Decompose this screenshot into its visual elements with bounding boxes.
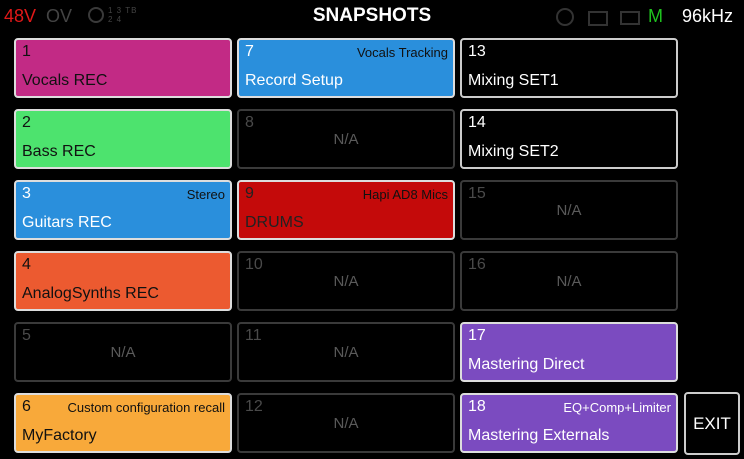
snapshot-slot-17[interactable]: 17 Mastering Direct — [460, 322, 678, 382]
exit-button[interactable]: EXIT — [684, 392, 740, 455]
slot-name: Vocals REC — [22, 72, 108, 89]
slot-number: 14 — [468, 114, 486, 131]
slot-name: Bass REC — [22, 143, 96, 160]
mail-icon — [620, 11, 640, 25]
slot-number: 17 — [468, 327, 486, 344]
slot-number: 3 — [22, 185, 31, 202]
slot-number: 5 — [22, 327, 31, 344]
slot-name: Mastering Externals — [468, 427, 610, 444]
snapshot-slot-1[interactable]: 1 Vocals REC — [14, 38, 232, 98]
slot-number: 10 — [245, 256, 263, 273]
slot-number: 13 — [468, 43, 486, 60]
slot-name: Mixing SET2 — [468, 143, 559, 160]
slot-number: 6 — [22, 398, 31, 415]
slot-name: Mixing SET1 — [468, 72, 559, 89]
snapshot-slot-18[interactable]: 18 EQ+Comp+Limiter Mastering Externals — [460, 393, 678, 453]
slot-number: 18 — [468, 398, 486, 415]
snapshot-slot-10[interactable]: 10 N/A — [237, 251, 455, 311]
snapshot-slot-5[interactable]: 5 N/A — [14, 322, 232, 382]
slot-tag: EQ+Comp+Limiter — [563, 400, 671, 415]
snapshot-slot-4[interactable]: 4 AnalogSynths REC — [14, 251, 232, 311]
snapshot-slot-2[interactable]: 2 Bass REC — [14, 109, 232, 169]
snapshot-slot-13[interactable]: 13 Mixing SET1 — [460, 38, 678, 98]
slot-number: 15 — [468, 185, 486, 202]
slot-empty-label: N/A — [333, 415, 359, 432]
slot-number: 11 — [245, 327, 262, 344]
slot-number: 1 — [22, 43, 31, 60]
snapshot-slot-8[interactable]: 8 N/A — [237, 109, 455, 169]
status-bar: 48V OV 1 3 TB 2 4 SNAPSHOTS M 96kHz — [0, 0, 744, 34]
slot-number: 4 — [22, 256, 31, 273]
slot-name: Guitars REC — [22, 214, 112, 231]
snapshot-slot-15[interactable]: 15 N/A — [460, 180, 678, 240]
slot-name: AnalogSynths REC — [22, 285, 159, 302]
folder-icon — [588, 11, 608, 26]
slot-name: DRUMS — [245, 214, 304, 231]
slot-tag: Vocals Tracking — [356, 45, 448, 60]
slot-number: 9 — [245, 185, 254, 202]
slot-number: 12 — [245, 398, 263, 415]
snapshot-slot-14[interactable]: 14 Mixing SET2 — [460, 109, 678, 169]
slot-empty-label: N/A — [556, 202, 582, 219]
slot-tag: Hapi AD8 Mics — [362, 187, 448, 202]
monitor-indicator: M — [648, 6, 663, 26]
slot-name: Mastering Direct — [468, 356, 585, 373]
slot-empty-label: N/A — [556, 273, 582, 290]
slot-empty-label: N/A — [333, 273, 359, 290]
slot-empty-label: N/A — [110, 344, 136, 361]
snapshot-slot-12[interactable]: 12 N/A — [237, 393, 455, 453]
sample-rate: 96kHz — [682, 6, 734, 26]
slot-empty-label: N/A — [333, 344, 359, 361]
snapshot-slot-6[interactable]: 6 Custom configuration recall MyFactory — [14, 393, 232, 453]
slot-name: Record Setup — [245, 72, 343, 89]
slot-number: 8 — [245, 114, 254, 131]
snapshot-slot-16[interactable]: 16 N/A — [460, 251, 678, 311]
snapshot-slot-9[interactable]: 9 Hapi AD8 Mics DRUMS — [237, 180, 455, 240]
slot-tag: Stereo — [186, 187, 225, 202]
slot-name: MyFactory — [22, 427, 97, 444]
slot-number: 16 — [468, 256, 486, 273]
slot-tag: Custom configuration recall — [67, 400, 225, 415]
snapshot-slot-7[interactable]: 7 Vocals Tracking Record Setup — [237, 38, 455, 98]
slot-empty-label: N/A — [333, 131, 359, 148]
slot-number: 2 — [22, 114, 31, 131]
snapshot-slot-3[interactable]: 3 Stereo Guitars REC — [14, 180, 232, 240]
usb-icon — [556, 8, 574, 26]
snapshot-slot-11[interactable]: 11 N/A — [237, 322, 455, 382]
slot-number: 7 — [245, 43, 254, 60]
